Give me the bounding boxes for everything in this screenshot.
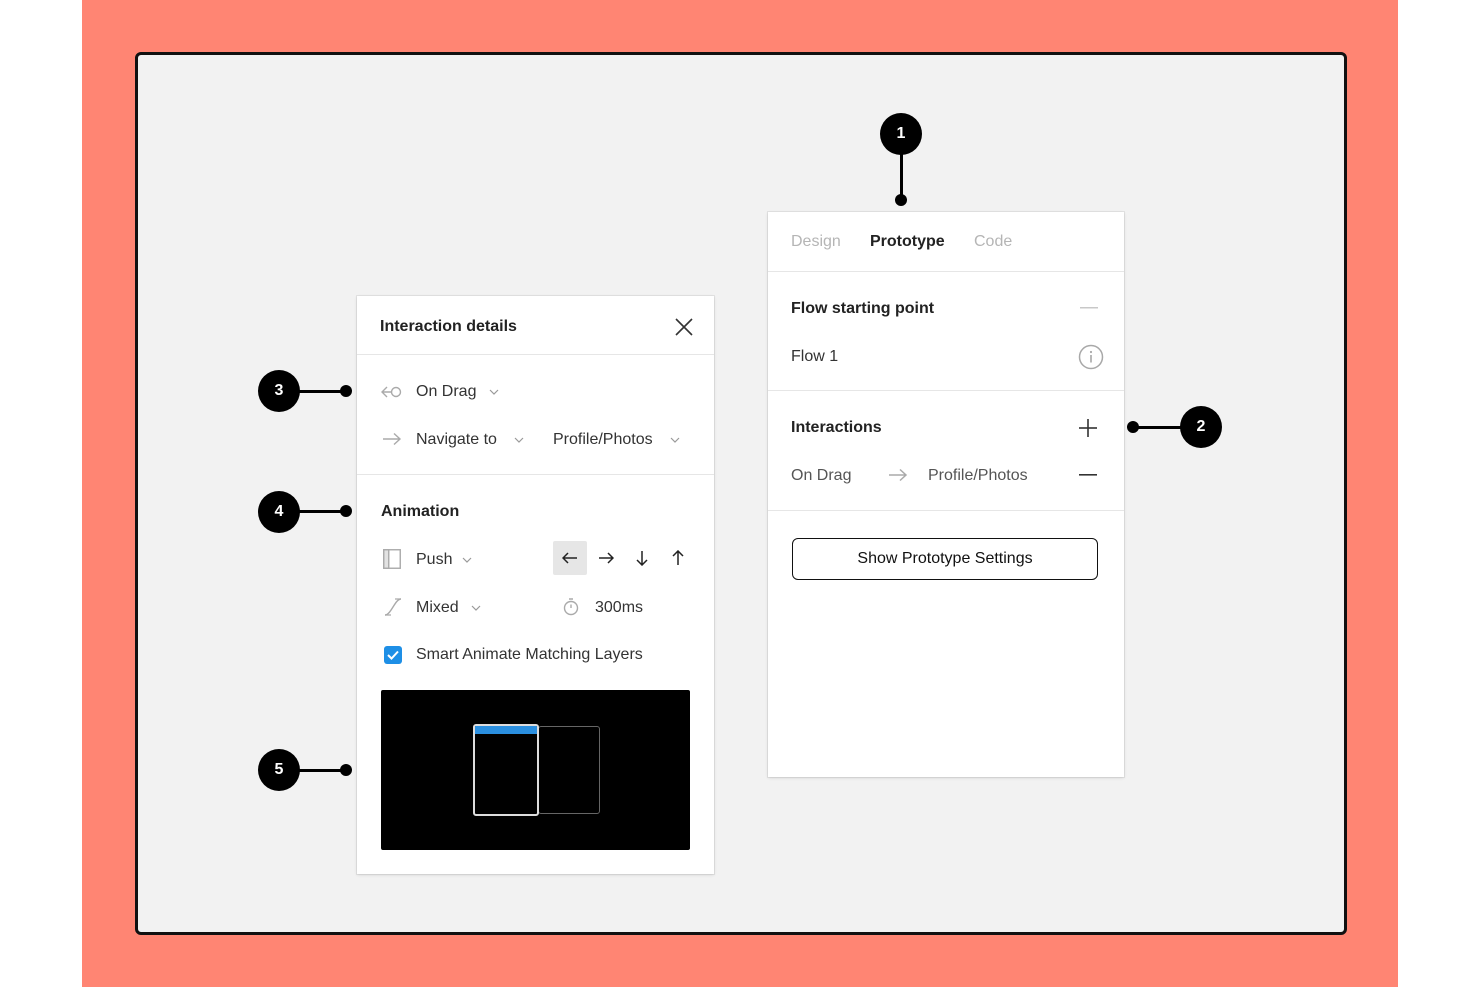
flow-heading: Flow starting point	[791, 300, 935, 317]
arrow-right-icon	[889, 468, 908, 482]
callout-4-line	[296, 510, 346, 513]
direction-up-button[interactable]	[661, 541, 695, 575]
callout-3-dot	[340, 385, 352, 397]
direction-left-button[interactable]	[553, 541, 587, 575]
preview-frame-header	[475, 726, 537, 734]
callout-3: 3	[258, 370, 300, 412]
direction-right-button[interactable]	[589, 541, 623, 575]
callout-2-line	[1133, 426, 1185, 429]
animation-type-select[interactable]: Push	[416, 551, 452, 569]
drag-icon	[381, 386, 402, 398]
chevron-down-icon[interactable]	[670, 437, 680, 443]
tab-code[interactable]: Code	[974, 233, 1012, 251]
chevron-down-icon[interactable]	[489, 389, 499, 395]
canvas-frame	[135, 52, 1347, 935]
timer-icon	[563, 598, 579, 616]
preview-next-frame	[538, 726, 600, 814]
arrow-left-icon	[562, 552, 577, 564]
flow-name[interactable]: Flow 1	[791, 348, 838, 366]
interaction-trigger[interactable]: On Drag	[791, 467, 851, 485]
chevron-down-icon[interactable]	[514, 437, 524, 443]
callout-4: 4	[258, 491, 300, 533]
preview-current-frame	[473, 724, 539, 816]
smart-animate-label: Smart Animate Matching Layers	[416, 646, 643, 663]
remove-interaction-icon[interactable]	[1079, 474, 1097, 476]
tab-design[interactable]: Design	[791, 233, 841, 251]
callout-4-label: 4	[274, 503, 284, 520]
arrow-up-icon	[672, 550, 684, 565]
destination-select[interactable]: Profile/Photos	[553, 431, 653, 449]
remove-flow-icon[interactable]	[1080, 307, 1098, 309]
info-icon[interactable]	[1078, 344, 1104, 370]
callout-1: 1	[880, 113, 922, 155]
callout-1-dot	[895, 194, 907, 206]
divider	[357, 354, 714, 355]
show-prototype-settings-button[interactable]: Show Prototype Settings	[792, 538, 1098, 580]
properties-panel: Design Prototype Code Flow starting poin…	[768, 212, 1124, 777]
tab-prototype[interactable]: Prototype	[870, 233, 945, 251]
interaction-details-panel: Interaction details On Drag Navigate to …	[357, 296, 714, 874]
arrow-right-icon	[599, 552, 614, 564]
callout-2: 2	[1180, 406, 1222, 448]
trigger-select[interactable]: On Drag	[416, 383, 476, 401]
animation-heading: Animation	[381, 503, 460, 520]
direction-down-button[interactable]	[625, 541, 659, 575]
divider	[768, 390, 1124, 391]
chevron-down-icon[interactable]	[471, 605, 481, 611]
arrow-right-icon	[383, 432, 402, 446]
interaction-destination[interactable]: Profile/Photos	[928, 467, 1028, 485]
callout-1-line	[900, 150, 903, 196]
action-select[interactable]: Navigate to	[416, 431, 497, 449]
divider	[768, 510, 1124, 511]
duration-input[interactable]: 300ms	[595, 599, 643, 617]
callout-1-label: 1	[896, 125, 906, 142]
callout-5: 5	[258, 749, 300, 791]
callout-3-label: 3	[274, 382, 284, 399]
animation-preview	[381, 690, 690, 850]
checkmark-icon	[387, 650, 399, 660]
arrow-down-icon	[636, 551, 648, 566]
callout-5-line	[296, 769, 346, 772]
chevron-down-icon[interactable]	[462, 557, 472, 563]
callout-5-label: 5	[274, 761, 284, 778]
easing-select[interactable]: Mixed	[416, 599, 459, 617]
close-icon[interactable]	[675, 318, 693, 336]
smart-animate-checkbox[interactable]	[384, 646, 402, 664]
easing-curve-icon	[384, 598, 402, 616]
plus-icon[interactable]	[1079, 419, 1097, 437]
callout-2-label: 2	[1196, 418, 1206, 435]
divider	[768, 271, 1124, 272]
callout-3-line	[296, 390, 346, 393]
callout-4-dot	[340, 505, 352, 517]
push-transition-icon	[383, 549, 401, 569]
interactions-heading: Interactions	[791, 419, 882, 436]
callout-5-dot	[340, 764, 352, 776]
interaction-details-title: Interaction details	[380, 318, 517, 335]
divider	[357, 474, 714, 475]
